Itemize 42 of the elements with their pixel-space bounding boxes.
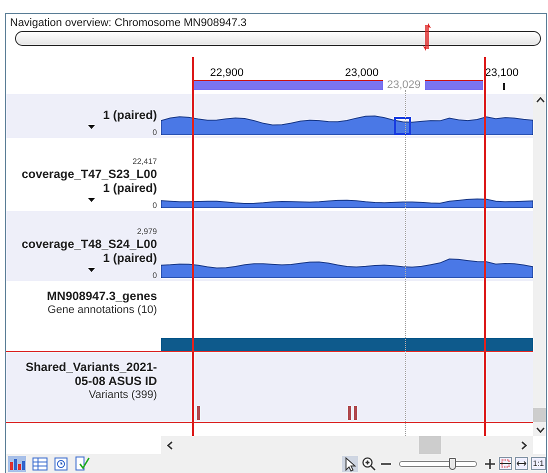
document-check-icon[interactable] xyxy=(74,456,90,471)
ruler-tick-label: 23,100 xyxy=(485,67,519,79)
axis-zero-label: 0 xyxy=(152,128,157,138)
variant-mark xyxy=(348,406,351,420)
zoom-in-icon[interactable] xyxy=(360,456,377,472)
chromosome-overview-bar[interactable] xyxy=(15,31,541,46)
position-marker-icon[interactable] xyxy=(423,23,431,51)
track-name: 1 (paired) xyxy=(102,108,157,122)
scroll-left-icon[interactable] xyxy=(167,440,173,450)
history-icon[interactable] xyxy=(54,456,68,470)
variant-mark xyxy=(197,406,200,420)
axis-zero-label: 0 xyxy=(152,201,157,211)
zoom-slider[interactable] xyxy=(398,456,477,470)
max-value-label: 2,979 xyxy=(136,227,157,237)
horizontal-scrollbar[interactable] xyxy=(161,436,533,454)
graph-view-icon[interactable] xyxy=(8,456,26,472)
navigation-title: Navigation overview: Chromosome MN908947.3 xyxy=(9,16,248,30)
fit-selection-icon[interactable] xyxy=(498,457,512,470)
scroll-thumb[interactable] xyxy=(419,436,441,454)
fit-width-icon[interactable] xyxy=(514,457,528,470)
ruler-tick-label: 23,000 xyxy=(345,67,379,79)
actual-size-button[interactable]: 1:1 xyxy=(530,457,546,470)
scroll-thumb[interactable] xyxy=(533,408,546,422)
track-type-label: Variants (399) xyxy=(88,388,157,402)
zoom-in-plus-icon[interactable] xyxy=(484,458,496,470)
table-view-icon[interactable] xyxy=(32,456,48,470)
scroll-right-icon[interactable] xyxy=(521,440,527,450)
variant-mark xyxy=(354,406,357,420)
pointer-tool-icon[interactable] xyxy=(342,456,358,472)
dropdown-icon[interactable] xyxy=(88,198,95,202)
track-name: coverage_T48_S24_L00 1 (paired) xyxy=(22,237,157,265)
track-name: Shared_Variants_2021- 05-08 ASUS ID xyxy=(26,360,157,388)
track-type-label: Gene annotations (10) xyxy=(48,303,157,317)
track-name: MN908947.3_genes xyxy=(46,289,157,303)
dropdown-icon[interactable] xyxy=(88,268,95,272)
dropdown-icon[interactable] xyxy=(88,125,95,129)
cursor-position-label: 23,029 xyxy=(383,79,425,91)
vertical-scrollbar[interactable] xyxy=(533,94,546,436)
axis-zero-label: 0 xyxy=(152,271,157,281)
max-value-label: 22,417 xyxy=(132,157,157,167)
ruler-tick-label: 22,900 xyxy=(210,67,244,79)
track-name: coverage_T47_S23_L00 1 (paired) xyxy=(22,167,157,195)
